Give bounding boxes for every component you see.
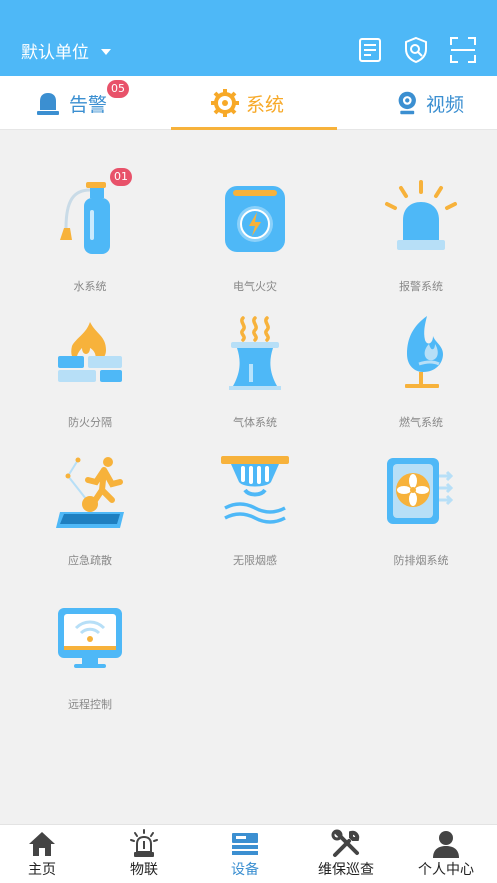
grid-item-remote-control[interactable]: 远程控制	[25, 596, 155, 712]
device-list-icon	[232, 833, 258, 855]
grid-item-label: 电气火灾	[233, 280, 277, 293]
app-header: 默认单位	[0, 0, 497, 76]
tab-system-label: 系统	[246, 93, 285, 116]
monitor-wifi-icon	[58, 608, 122, 668]
grid-item-electrical-fire[interactable]: 电气火灾	[190, 178, 320, 294]
nav-iot[interactable]: 物联	[94, 829, 194, 879]
nav-profile[interactable]: 个人中心	[396, 829, 496, 879]
evacuation-icon	[56, 457, 124, 528]
grid-item-alarm-system[interactable]: 报警系统	[356, 178, 486, 294]
grid-item-combustible-gas[interactable]: 燃气系统	[356, 314, 486, 430]
grid-item-label: 应急疏散	[68, 554, 112, 567]
unit-label: 默认单位	[21, 43, 89, 63]
tools-icon	[331, 829, 360, 857]
grid-item-wireless-smoke[interactable]: 无限烟感	[190, 452, 320, 568]
shield-search-icon[interactable]	[402, 36, 430, 64]
grid-item-label: 防排烟系统	[393, 554, 449, 567]
tab-video-label: 视频	[426, 93, 465, 116]
grid-item-water-system[interactable]: 01 水系统	[25, 168, 155, 294]
grid-item-label: 远程控制	[68, 698, 112, 711]
siren-icon	[130, 829, 158, 857]
chevron-down-icon	[101, 49, 111, 55]
grid-item-label: 燃气系统	[399, 416, 443, 429]
nav-maintenance[interactable]: 维保巡查	[296, 829, 396, 879]
gear-icon	[211, 89, 239, 117]
firewall-icon	[58, 322, 122, 382]
grid-item-fire-separation[interactable]: 防火分隔	[25, 314, 155, 430]
tab-alarm[interactable]: 告警	[33, 76, 107, 130]
notes-icon[interactable]	[356, 36, 384, 64]
nav-devices-label: 设备	[231, 862, 259, 878]
alarm-light-icon	[37, 93, 59, 115]
grid-item-label: 气体系统	[233, 416, 277, 429]
smoke-detector-icon	[221, 456, 289, 524]
webcam-icon	[398, 91, 416, 115]
siren-icon	[385, 180, 457, 250]
grid-item-smoke-exhaust[interactable]: 防排烟系统	[356, 452, 486, 568]
alarm-count-badge: 05	[107, 80, 129, 98]
nav-maintenance-label: 维保巡查	[318, 862, 374, 878]
electrical-fire-icon	[225, 186, 285, 252]
nav-home[interactable]: 主页	[0, 829, 92, 879]
nav-home-label: 主页	[28, 862, 56, 878]
scan-icon[interactable]	[449, 36, 477, 64]
user-icon	[433, 831, 459, 858]
grid-item-label: 报警系统	[399, 280, 443, 293]
home-icon	[29, 832, 55, 856]
top-tabs: 告警 05 系统 视频	[0, 76, 497, 130]
gas-flame-icon	[405, 316, 443, 388]
water-system-badge: 01	[110, 168, 132, 186]
tab-video[interactable]: 视频	[396, 76, 464, 130]
fire-extinguisher-icon	[60, 182, 110, 254]
exhaust-fan-icon	[387, 458, 454, 524]
cooling-tower-icon	[229, 316, 281, 390]
grid-item-label: 防火分隔	[68, 416, 112, 429]
tab-system[interactable]: 系统	[210, 76, 284, 130]
grid-item-emergency-evacuation[interactable]: 应急疏散	[25, 452, 155, 568]
unit-selector[interactable]: 默认单位	[21, 38, 111, 63]
nav-profile-label: 个人中心	[418, 862, 474, 878]
nav-iot-label: 物联	[130, 862, 158, 878]
grid-item-label: 无限烟感	[233, 554, 277, 567]
bottom-nav: 主页 物联 设备 维保巡查 个人中心	[0, 824, 497, 883]
active-tab-indicator	[171, 127, 337, 130]
grid-item-gas-system[interactable]: 气体系统	[190, 314, 320, 430]
tab-alarm-label: 告警	[69, 93, 108, 116]
grid-item-label: 水系统	[73, 280, 107, 293]
nav-devices[interactable]: 设备	[195, 829, 295, 879]
